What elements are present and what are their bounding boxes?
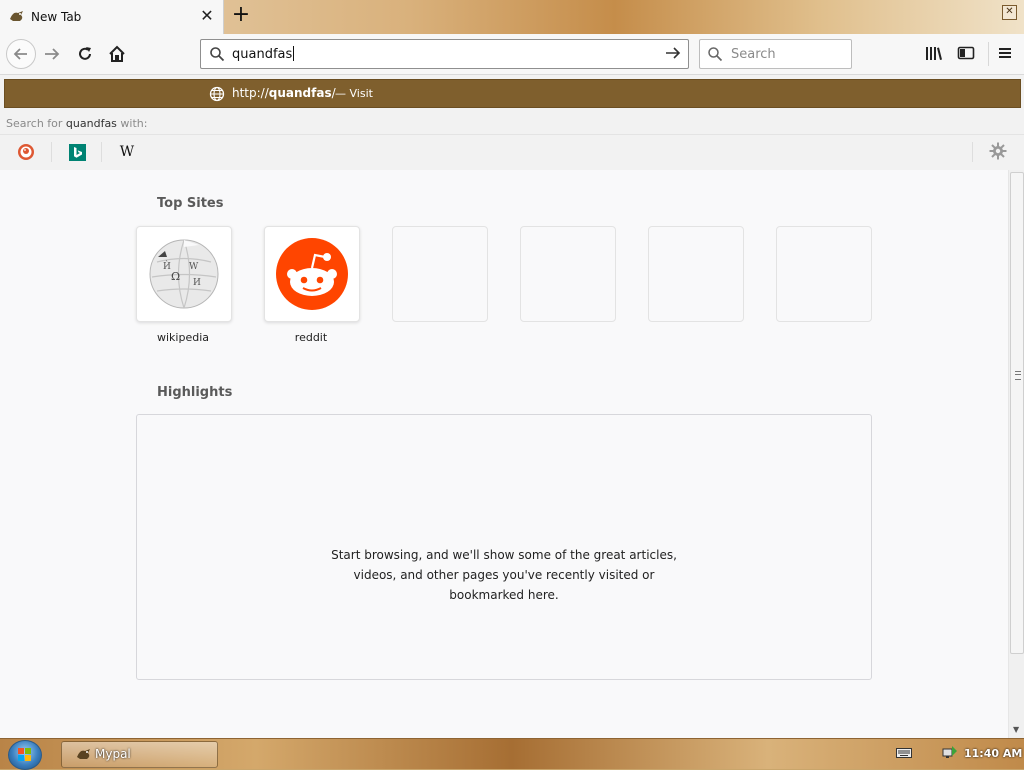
taskbar: Mypal 11:40 AM [0, 738, 1024, 770]
reddit-icon [276, 238, 348, 310]
library-icon [926, 47, 942, 60]
search-with-suffix: with: [120, 117, 148, 130]
scroll-down-arrow-icon[interactable]: ▼ [1013, 725, 1019, 734]
highlights-title: Highlights [157, 385, 233, 400]
plus-icon[interactable]: + [230, 4, 252, 28]
suggestion-url: http://quandfas/ [232, 86, 336, 100]
back-button[interactable] [6, 39, 36, 69]
top-site-tile-empty [776, 226, 872, 322]
highlights-empty-state: Start browsing, and we'll show some of t… [136, 414, 872, 680]
taskbar-app-label: Mypal [95, 747, 131, 761]
suggestion-url-prefix: http:// [232, 86, 269, 100]
scrollbar-thumb[interactable] [1010, 172, 1024, 654]
top-site-label: wikipedia [156, 331, 209, 344]
svg-text:Ω: Ω [171, 270, 180, 283]
url-autocomplete-popup: http://quandfas/ — Visit Search for quan… [0, 75, 1024, 171]
highlights-empty-line: bookmarked here. [449, 588, 559, 602]
forward-button[interactable] [38, 40, 66, 68]
go-arrow-icon[interactable] [664, 45, 682, 61]
top-site-tile-wikipedia[interactable]: Ѝ Ω W И [136, 226, 232, 322]
tab-new-tab[interactable]: New Tab ✕ [0, 0, 224, 34]
top-site-tile-empty [392, 226, 488, 322]
highlights-empty-line: videos, and other pages you've recently … [353, 568, 655, 582]
search-icon [708, 47, 723, 62]
mypal-icon [10, 11, 23, 21]
taskbar-app-mypal[interactable]: Mypal [61, 741, 218, 768]
home-button[interactable] [103, 40, 131, 68]
reload-icon [79, 47, 91, 60]
gear-icon[interactable] [989, 142, 1007, 160]
windows-logo-icon [18, 748, 31, 761]
mypal-icon [77, 749, 90, 759]
system-clock[interactable]: 11:40 AM [964, 747, 1022, 760]
hamburger-menu-icon [999, 48, 1011, 58]
search-with-label: Search for quandfas with: [6, 117, 147, 130]
network-icon[interactable] [942, 745, 958, 761]
suggestion-action: — Visit [335, 87, 373, 100]
top-site-tile-empty [520, 226, 616, 322]
engine-divider [972, 142, 973, 162]
svg-text:Ѝ: Ѝ [163, 260, 171, 272]
top-site-label: reddit [294, 331, 328, 344]
bing-icon [68, 143, 86, 161]
title-bar: New Tab ✕ + ✕ [0, 0, 1024, 34]
autocomplete-suggestion[interactable]: http://quandfas/ — Visit [4, 79, 1021, 108]
search-with-prefix: Search for [6, 117, 63, 130]
svg-text:W: W [189, 262, 199, 272]
scrollbar-grip [1015, 371, 1021, 380]
highlights-empty-message: Start browsing, and we'll show some of t… [137, 545, 871, 605]
engine-divider [101, 142, 102, 162]
start-button[interactable] [8, 740, 42, 770]
wikipedia-button[interactable]: W [118, 143, 136, 161]
tab-title: New Tab [31, 10, 82, 24]
duckduckgo-button[interactable] [17, 143, 35, 161]
search-icon [210, 47, 225, 62]
top-sites-title: Top Sites [157, 196, 224, 211]
one-off-search-engines: W [0, 135, 1024, 169]
menu-button[interactable] [993, 41, 1017, 65]
sidebar-button[interactable] [954, 41, 978, 65]
vertical-scrollbar[interactable]: ▼ [1008, 170, 1024, 738]
text-caret [293, 46, 295, 61]
forward-arrow-icon [45, 48, 60, 60]
toolbar-divider [988, 42, 989, 66]
url-bar[interactable]: quandfas [200, 39, 689, 69]
keyboard-icon[interactable] [896, 747, 912, 759]
engine-divider [51, 142, 52, 162]
wikipedia-icon: W [119, 144, 135, 160]
navigation-toolbar: quandfas Search [0, 34, 1024, 75]
wikipedia-globe-icon: Ѝ Ω W И [149, 239, 219, 309]
close-icon[interactable]: ✕ [199, 6, 215, 26]
globe-icon [209, 86, 225, 102]
back-arrow-icon [13, 48, 27, 60]
url-input-value: quandfas [232, 47, 293, 62]
search-with-term: quandfas [65, 117, 117, 130]
top-site-tile-reddit[interactable] [264, 226, 360, 322]
library-button[interactable] [922, 41, 946, 65]
home-icon [109, 45, 125, 62]
bing-button[interactable] [68, 143, 86, 161]
duckduckgo-icon [18, 144, 34, 160]
search-placeholder: Search [731, 47, 776, 62]
svg-text:И: И [193, 278, 201, 288]
reload-button[interactable] [71, 40, 99, 68]
url-input[interactable]: quandfas [232, 46, 295, 62]
highlights-empty-line: Start browsing, and we'll show some of t… [331, 548, 677, 562]
search-bar[interactable]: Search [699, 39, 852, 69]
top-site-tile-empty [648, 226, 744, 322]
suggestion-url-host: quandfas [268, 86, 332, 100]
window-close-button[interactable]: ✕ [1002, 5, 1017, 20]
new-tab-page: Top Sites Ѝ Ω W И wikipedia reddit Highl… [0, 170, 1024, 738]
sidebar-icon [957, 46, 975, 60]
